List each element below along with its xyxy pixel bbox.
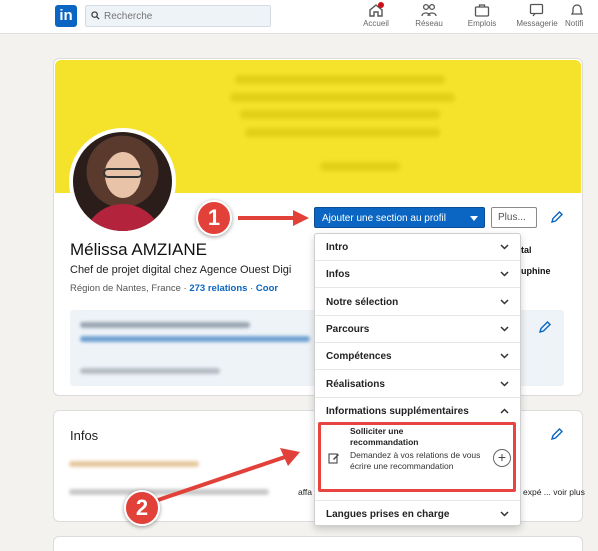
step-1-badge: 1 xyxy=(196,200,232,236)
arrowhead-icon xyxy=(293,210,309,226)
step-2-badge: 2 xyxy=(124,490,160,526)
arrow-to-recommendation xyxy=(157,455,286,502)
annotation-arrows xyxy=(157,210,309,502)
